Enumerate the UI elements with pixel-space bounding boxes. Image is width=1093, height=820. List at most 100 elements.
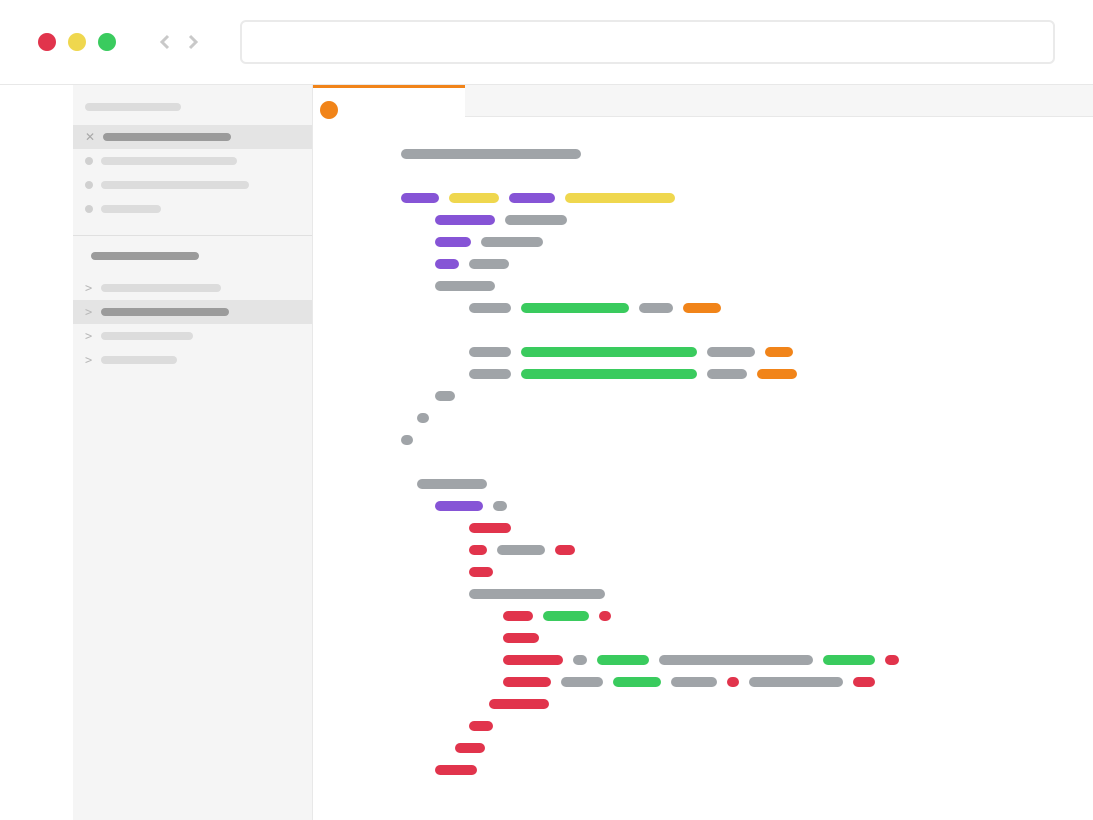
code-token bbox=[521, 303, 629, 313]
code-token bbox=[521, 369, 697, 379]
minimize-window-button[interactable] bbox=[68, 33, 86, 51]
tabs-row bbox=[313, 85, 1093, 117]
code-token bbox=[469, 589, 605, 599]
open-editor-item[interactable] bbox=[73, 149, 312, 173]
workspace: ✕ > > > > bbox=[0, 85, 1093, 820]
code-token bbox=[469, 567, 493, 577]
code-token bbox=[613, 677, 661, 687]
code-token bbox=[435, 501, 483, 511]
explorer-item[interactable]: > bbox=[73, 348, 312, 372]
code-token bbox=[435, 281, 495, 291]
open-editor-item[interactable] bbox=[73, 173, 312, 197]
nav-forward-button[interactable] bbox=[184, 33, 202, 51]
code-token bbox=[639, 303, 673, 313]
sidebar: ✕ > > > > bbox=[73, 85, 313, 820]
code-token bbox=[509, 193, 555, 203]
code-line bbox=[391, 319, 1053, 341]
code-line bbox=[391, 341, 1053, 363]
code-line bbox=[391, 231, 1053, 253]
code-token bbox=[853, 677, 875, 687]
explorer-item[interactable]: > bbox=[73, 276, 312, 300]
folder-label-placeholder bbox=[101, 308, 229, 316]
code-token bbox=[573, 655, 587, 665]
code-token bbox=[493, 501, 507, 511]
file-label-placeholder bbox=[101, 157, 237, 165]
code-token bbox=[659, 655, 813, 665]
url-input[interactable] bbox=[240, 20, 1055, 64]
code-line bbox=[391, 627, 1053, 649]
code-token bbox=[469, 523, 511, 533]
open-editors-header[interactable] bbox=[73, 95, 312, 119]
code-line bbox=[391, 561, 1053, 583]
code-token bbox=[401, 193, 439, 203]
file-label-placeholder bbox=[103, 133, 231, 141]
code-token bbox=[417, 413, 429, 423]
code-token bbox=[469, 303, 511, 313]
code-token bbox=[555, 545, 575, 555]
explorer-section: > > > > bbox=[73, 242, 312, 372]
code-line bbox=[391, 671, 1053, 693]
code-token bbox=[469, 347, 511, 357]
maximize-window-button[interactable] bbox=[98, 33, 116, 51]
code-line bbox=[391, 539, 1053, 561]
code-token bbox=[503, 611, 533, 621]
code-token bbox=[449, 193, 499, 203]
code-token bbox=[565, 193, 675, 203]
code-line bbox=[391, 693, 1053, 715]
code-line bbox=[391, 737, 1053, 759]
modified-indicator-dot bbox=[320, 101, 338, 119]
close-icon[interactable]: ✕ bbox=[85, 131, 95, 143]
code-token bbox=[543, 611, 589, 621]
chevron-right-icon: > bbox=[85, 306, 93, 318]
code-token bbox=[707, 369, 747, 379]
file-label-placeholder bbox=[101, 181, 249, 189]
code-line bbox=[391, 451, 1053, 473]
code-token bbox=[401, 435, 413, 445]
code-token bbox=[561, 677, 603, 687]
code-line bbox=[391, 187, 1053, 209]
explorer-header[interactable] bbox=[73, 242, 312, 270]
code-token bbox=[469, 259, 509, 269]
code-line bbox=[391, 517, 1053, 539]
code-token bbox=[435, 765, 477, 775]
tabs-empty-area bbox=[465, 85, 1093, 117]
nav-back-button[interactable] bbox=[156, 33, 174, 51]
bullet-icon bbox=[85, 157, 93, 165]
code-line bbox=[391, 275, 1053, 297]
explorer-item[interactable]: > bbox=[73, 324, 312, 348]
code-token bbox=[481, 237, 543, 247]
open-editor-item[interactable]: ✕ bbox=[73, 125, 312, 149]
code-token bbox=[505, 215, 567, 225]
code-line bbox=[391, 715, 1053, 737]
editor-area bbox=[313, 85, 1093, 820]
code-line bbox=[391, 495, 1053, 517]
bullet-icon bbox=[85, 181, 93, 189]
window-controls bbox=[38, 33, 116, 51]
code-token bbox=[597, 655, 649, 665]
code-token bbox=[727, 677, 739, 687]
chevron-right-icon: > bbox=[85, 330, 93, 342]
code-line bbox=[391, 583, 1053, 605]
close-window-button[interactable] bbox=[38, 33, 56, 51]
code-token bbox=[469, 545, 487, 555]
code-token bbox=[757, 369, 797, 379]
code-line bbox=[391, 253, 1053, 275]
code-line bbox=[391, 385, 1053, 407]
code-line bbox=[391, 429, 1053, 451]
code-token bbox=[671, 677, 717, 687]
code-token bbox=[435, 215, 495, 225]
code-line bbox=[391, 165, 1053, 187]
explorer-item[interactable]: > bbox=[73, 300, 312, 324]
code-token bbox=[401, 149, 581, 159]
code-token bbox=[503, 655, 563, 665]
code-token bbox=[469, 369, 511, 379]
activity-bar-gutter bbox=[0, 85, 73, 820]
code-editor[interactable] bbox=[313, 117, 1093, 781]
code-line bbox=[391, 143, 1053, 165]
code-token bbox=[503, 677, 551, 687]
code-line bbox=[391, 649, 1053, 671]
sidebar-separator bbox=[73, 235, 312, 236]
open-editor-item[interactable] bbox=[73, 197, 312, 221]
code-token bbox=[521, 347, 697, 357]
folder-label-placeholder bbox=[101, 356, 177, 364]
